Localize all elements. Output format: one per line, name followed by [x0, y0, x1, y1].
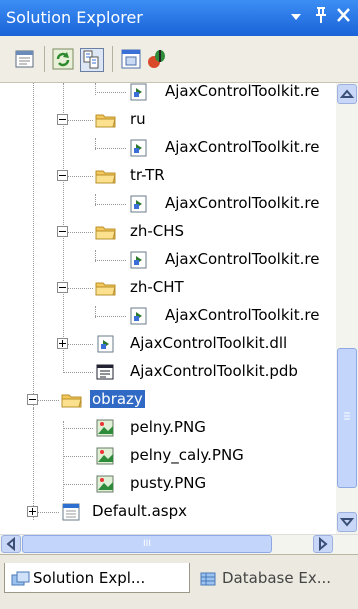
close-icon[interactable] — [336, 6, 352, 28]
resource-file-icon — [128, 307, 150, 325]
tab-label: Database Ex... — [222, 569, 331, 587]
tree-item-label[interactable]: obrazy — [90, 390, 145, 408]
window-title: Solution Explorer — [6, 8, 143, 27]
tab-strip: Solution Expl... Database Ex... — [0, 554, 358, 609]
collapse-toggle[interactable] — [57, 170, 68, 181]
tree-item-label[interactable]: pusty.PNG — [128, 474, 208, 492]
tree-item-label[interactable]: AjaxControlToolkit.re — [163, 138, 321, 156]
pdb-file-icon — [95, 363, 117, 381]
database-explorer-icon — [200, 572, 216, 586]
tree-file-row[interactable]: AjaxControlToolkit.re — [0, 191, 336, 217]
title-bar: Solution Explorer — [0, 0, 358, 36]
tree-folder-row[interactable]: ru — [0, 107, 336, 133]
tree-item-label[interactable]: AjaxControlToolkit.re — [163, 306, 321, 324]
tree-item-label[interactable]: AjaxControlToolkit.re — [163, 250, 321, 268]
tree-item-label[interactable]: pelny_caly.PNG — [128, 446, 246, 464]
properties-icon[interactable] — [14, 48, 36, 70]
resource-file-icon — [128, 251, 150, 269]
scroll-down-button[interactable] — [337, 512, 357, 532]
scroll-left-button[interactable] — [1, 535, 21, 553]
tree-item-label[interactable]: tr-TR — [128, 166, 167, 184]
vertical-scrollbar[interactable] — [336, 83, 358, 534]
scroll-right-button[interactable] — [313, 535, 333, 553]
tab-database-explorer[interactable]: Database Ex... — [194, 563, 354, 593]
tab-solution-explorer[interactable]: Solution Expl... — [4, 563, 190, 593]
tree-item-label[interactable]: ru — [128, 110, 148, 128]
tree-file-row[interactable]: AjaxControlToolkit.pdb — [0, 359, 336, 385]
tab-label: Solution Expl... — [33, 569, 146, 587]
tree-item-label[interactable]: AjaxControlToolkit.re — [163, 83, 321, 100]
tree-file-row[interactable]: AjaxControlToolkit.re — [0, 135, 336, 161]
tree-file-row[interactable]: Default.aspx — [0, 499, 336, 525]
collapse-toggle[interactable] — [27, 394, 38, 405]
png-image-icon — [95, 447, 117, 465]
tree-file-row[interactable]: pelny_caly.PNG — [0, 443, 336, 469]
show-all-files-icon[interactable] — [80, 48, 104, 72]
resource-file-icon — [128, 83, 150, 101]
tree-item-label[interactable]: zh-CHS — [128, 222, 186, 240]
tree-item-label[interactable]: AjaxControlToolkit.dll — [128, 334, 289, 352]
folder-icon — [95, 279, 117, 297]
tree-item-label[interactable]: Default.aspx — [90, 502, 189, 520]
aspx-file-icon — [61, 503, 83, 521]
refresh-icon[interactable] — [52, 48, 74, 70]
expand-toggle[interactable] — [27, 506, 38, 517]
collapse-toggle[interactable] — [57, 282, 68, 293]
tree-file-row[interactable]: pusty.PNG — [0, 471, 336, 497]
tree-file-row[interactable]: AjaxControlToolkit.re — [0, 83, 336, 105]
tree-file-row[interactable]: AjaxControlToolkit.re — [0, 303, 336, 329]
horizontal-scrollbar[interactable]: III — [0, 534, 358, 554]
tree-file-row[interactable]: pelny.PNG — [0, 415, 336, 441]
tree-item-label[interactable]: AjaxControlToolkit.re — [163, 194, 321, 212]
toolbar — [0, 36, 358, 83]
tree-folder-row[interactable]: obrazy — [0, 387, 336, 413]
tree-item-label[interactable]: zh-CHT — [128, 278, 186, 296]
solution-explorer-icon — [11, 571, 30, 586]
resource-file-icon — [128, 139, 150, 157]
tree-item-label[interactable]: AjaxControlToolkit.pdb — [128, 362, 300, 380]
horizontal-scroll-thumb[interactable]: III — [22, 535, 272, 553]
folder-icon — [61, 391, 83, 409]
png-image-icon — [95, 475, 117, 493]
tree-folder-row[interactable]: zh-CHT — [0, 275, 336, 301]
folder-icon — [95, 223, 117, 241]
pin-icon[interactable] — [314, 6, 328, 28]
vertical-scroll-thumb[interactable] — [337, 348, 357, 488]
collapse-toggle[interactable] — [57, 114, 68, 125]
folder-icon — [95, 111, 117, 129]
tree-file-row[interactable]: AjaxControlToolkit.re — [0, 247, 336, 273]
tree-folder-row[interactable]: zh-CHS — [0, 219, 336, 245]
collapse-toggle[interactable] — [57, 226, 68, 237]
dll-file-icon — [95, 335, 117, 353]
tree-file-row[interactable]: AjaxControlToolkit.dll — [0, 331, 336, 357]
solution-tree: AjaxControlToolkit.re ru AjaxControlToolki… — [0, 83, 336, 534]
scroll-up-button[interactable] — [337, 84, 357, 104]
tree-folder-row[interactable]: tr-TR — [0, 163, 336, 189]
png-image-icon — [95, 419, 117, 437]
resource-file-icon — [128, 195, 150, 213]
folder-icon — [95, 167, 117, 185]
class-diagram-icon[interactable] — [146, 48, 168, 70]
dropdown-arrow-icon[interactable] — [290, 9, 302, 27]
tree-item-label[interactable]: pelny.PNG — [128, 418, 208, 436]
expand-toggle[interactable] — [57, 338, 68, 349]
view-code-icon[interactable] — [120, 48, 142, 70]
